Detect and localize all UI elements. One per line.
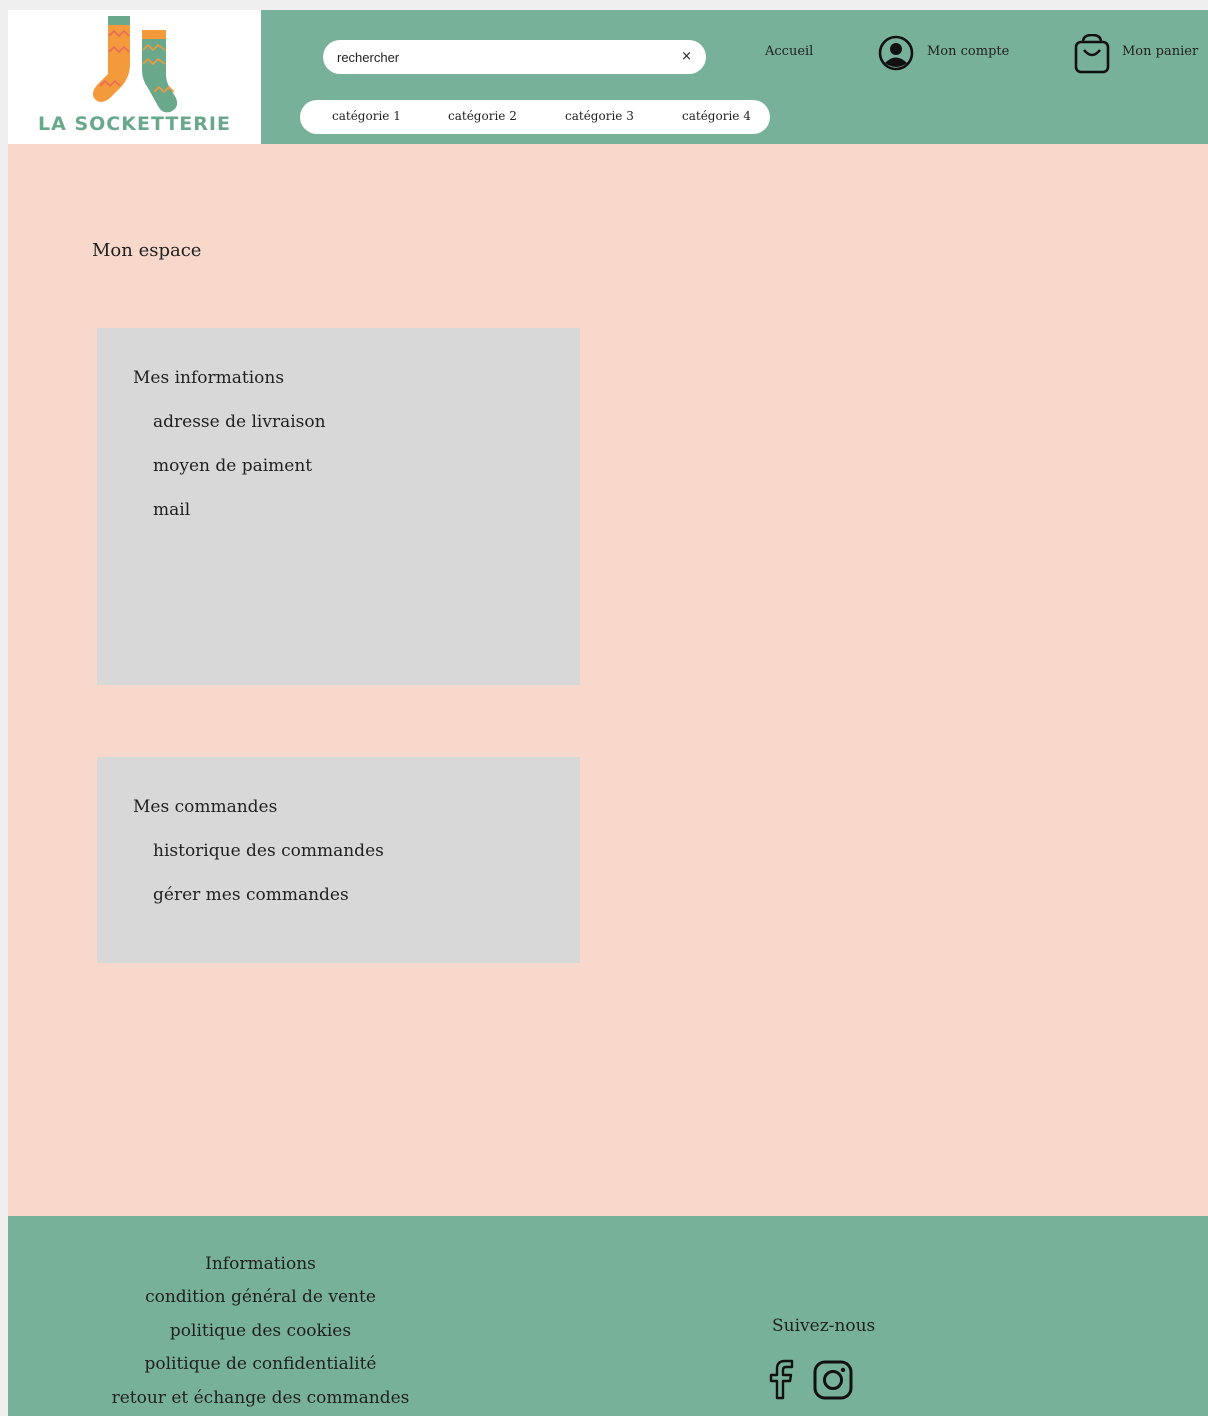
instagram-icon[interactable] <box>813 1360 853 1400</box>
orders-card-title: Mes commandes <box>133 797 278 817</box>
site-footer: Informations condition général de vente … <box>8 1216 1208 1416</box>
close-icon[interactable]: × <box>681 48 692 66</box>
logo[interactable]: LA SOCKETTERIE <box>8 10 261 144</box>
page-title: Mon espace <box>92 240 202 261</box>
footer-link-cgv[interactable]: condition général de vente <box>8 1287 513 1307</box>
manage-orders-link[interactable]: gérer mes commandes <box>153 885 349 905</box>
nav-home-link[interactable]: Accueil <box>765 44 813 59</box>
footer-link-cookies[interactable]: politique des cookies <box>8 1321 513 1341</box>
category-link-4[interactable]: catégorie 4 <box>682 109 751 123</box>
footer-link-returns[interactable]: retour et échange des commandes <box>8 1388 513 1408</box>
info-card: Mes informations adresse de livraison mo… <box>97 328 580 685</box>
category-link-1[interactable]: catégorie 1 <box>332 109 401 123</box>
page: LA SOCKETTERIE × Accueil Mon compte Mon … <box>8 10 1208 1416</box>
site-header: LA SOCKETTERIE × Accueil Mon compte Mon … <box>8 10 1208 144</box>
payment-method-link[interactable]: moyen de paiment <box>153 456 312 476</box>
nav-account-link[interactable]: Mon compte <box>927 44 1009 59</box>
delivery-address-link[interactable]: adresse de livraison <box>153 412 326 432</box>
brand-name: LA SOCKETTERIE <box>38 113 231 135</box>
facebook-icon[interactable] <box>768 1358 796 1400</box>
email-link[interactable]: mail <box>153 500 190 520</box>
search-bar: × <box>323 40 706 74</box>
order-history-link[interactable]: historique des commandes <box>153 841 384 861</box>
main-content: Mon espace Mes informations adresse de l… <box>8 144 1208 1216</box>
shopping-bag-icon[interactable] <box>1073 34 1111 74</box>
footer-link-privacy[interactable]: politique de confidentialité <box>8 1354 513 1374</box>
orders-card: Mes commandes historique des commandes g… <box>97 757 580 963</box>
follow-us-label: Suivez-nous <box>772 1316 876 1336</box>
category-link-2[interactable]: catégorie 2 <box>448 109 517 123</box>
search-input[interactable] <box>337 48 657 66</box>
category-link-3[interactable]: catégorie 3 <box>565 109 634 123</box>
footer-heading: Informations <box>205 1254 316 1274</box>
user-circle-icon[interactable] <box>878 35 914 71</box>
nav-cart-link[interactable]: Mon panier <box>1122 44 1198 59</box>
socks-icon <box>92 16 178 113</box>
category-bar: catégorie 1 catégorie 2 catégorie 3 caté… <box>300 100 770 134</box>
info-card-title: Mes informations <box>133 368 285 388</box>
